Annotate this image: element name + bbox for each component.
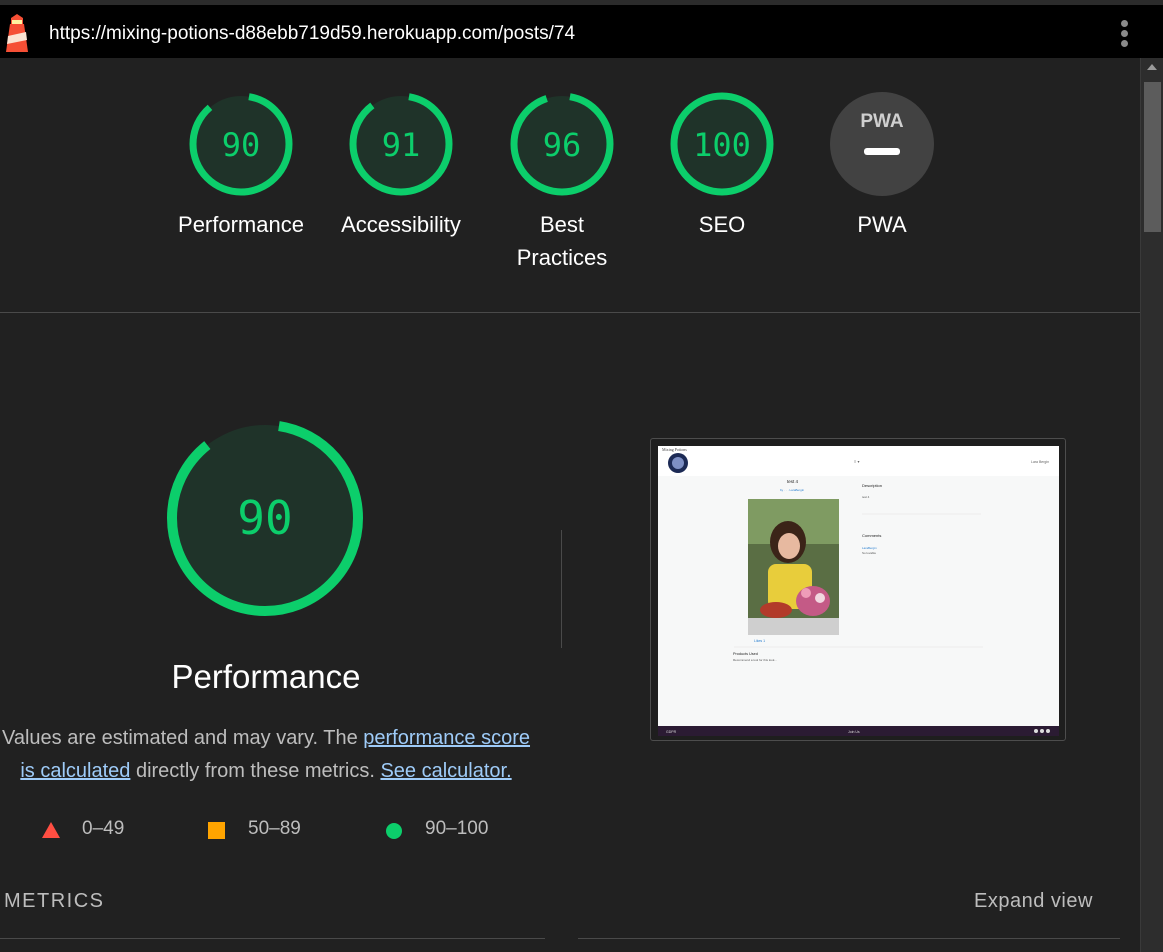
shot-likes: Likes 1 [754, 639, 765, 643]
gauge-ring: 96 [510, 92, 614, 196]
gauge-pwa[interactable]: PWA PWA [812, 90, 952, 241]
square-icon [208, 822, 225, 839]
metrics-divider-left [0, 938, 545, 939]
gauge-score: 100 [693, 126, 751, 164]
legend-range: 0–49 [82, 818, 125, 839]
metrics-divider-right [578, 938, 1120, 939]
report-content: 90 Performance 91 Accessibility 96 Best … [0, 58, 1140, 952]
triangle-icon [42, 822, 60, 838]
gauge-label: Best Practices [516, 212, 608, 270]
page-url[interactable]: https://mixing-potions-d88ebb719d59.hero… [49, 23, 575, 45]
lighthouse-icon [6, 14, 28, 52]
big-gauge-score: 90 [237, 491, 292, 545]
metrics-heading: METRICS [4, 890, 105, 912]
shot-comment-text: So lovable [862, 551, 876, 555]
shot-comment-user: LaraBergin [862, 546, 877, 550]
gauge-label: Performance [178, 212, 304, 237]
shot-description-text: test 4 [862, 495, 870, 499]
screenshot-page: Mixing Potions ≡ ▾ Lara Bergin test 4 by… [658, 446, 1059, 736]
gauge-label: PWA [857, 212, 907, 237]
shot-footer-mid: Join Us [848, 730, 860, 734]
scrollbar-thumb[interactable] [1144, 82, 1161, 232]
vertical-scrollbar[interactable] [1140, 58, 1163, 952]
gauge-accessibility[interactable]: 91 Accessibility [331, 90, 471, 241]
see-calculator-link[interactable]: See calculator. [380, 760, 511, 782]
score-gauges: 90 Performance 91 Accessibility 96 Best … [0, 58, 1140, 312]
legend-range: 50–89 [248, 818, 301, 839]
address-bar: https://mixing-potions-d88ebb719d59.hero… [0, 0, 1163, 58]
svg-text:≡ ▾: ≡ ▾ [854, 459, 859, 464]
legend-range: 90–100 [425, 818, 489, 839]
scroll-up-arrow-icon[interactable] [1147, 64, 1157, 70]
shot-post-meta: by · · · LaraBergin [780, 488, 805, 492]
gauge-ring: 100 [670, 92, 774, 196]
final-screenshot[interactable]: Mixing Potions ≡ ▾ Lara Bergin test 4 by… [650, 438, 1066, 741]
desc-prefix: Values are estimated and may vary. The [1, 727, 364, 749]
circle-icon [386, 823, 402, 839]
performance-big-gauge: 90 [167, 420, 363, 616]
shot-footer-left: GDPR [666, 730, 677, 734]
gauge-label: SEO [698, 212, 746, 237]
gauge-label: Accessibility [341, 212, 461, 237]
gauge-score: 91 [382, 126, 421, 164]
section-divider [0, 312, 1140, 313]
performance-title: Performance [171, 658, 361, 695]
shot-user: Lara Bergin [1031, 460, 1049, 464]
screenshot-illustration: Mixing Potions ≡ ▾ Lara Bergin test 4 by… [658, 446, 1059, 736]
gauge-seo[interactable]: 100 SEO [652, 90, 792, 241]
gauge-score: 96 [543, 126, 582, 164]
shot-post-title: test 4 [787, 479, 799, 484]
kebab-menu-icon[interactable] [1116, 20, 1132, 50]
performance-description: Values are estimated and may vary. The p… [0, 722, 532, 788]
gauge-performance[interactable]: 90 Performance [171, 90, 311, 241]
gauge-ring: 90 [189, 92, 293, 196]
shot-products-heading: Products Used [733, 652, 758, 656]
pwa-badge-text: PWA [860, 111, 904, 132]
expand-view-button[interactable]: Expand view [974, 890, 1093, 913]
pwa-badge-icon: PWA [830, 92, 934, 196]
vertical-divider [561, 530, 562, 648]
shot-logo: Mixing Potions [662, 447, 687, 452]
gauge-score: 90 [222, 126, 261, 164]
gauge-ring: 91 [349, 92, 453, 196]
shot-products-text: Recommend a tool for this look... [733, 658, 777, 662]
gauge-best-practices[interactable]: 96 Best Practices [492, 90, 632, 274]
shot-comments-heading: Comments [862, 533, 881, 538]
shot-description-heading: Description [862, 483, 882, 488]
desc-middle: directly from these metrics. [130, 760, 381, 782]
